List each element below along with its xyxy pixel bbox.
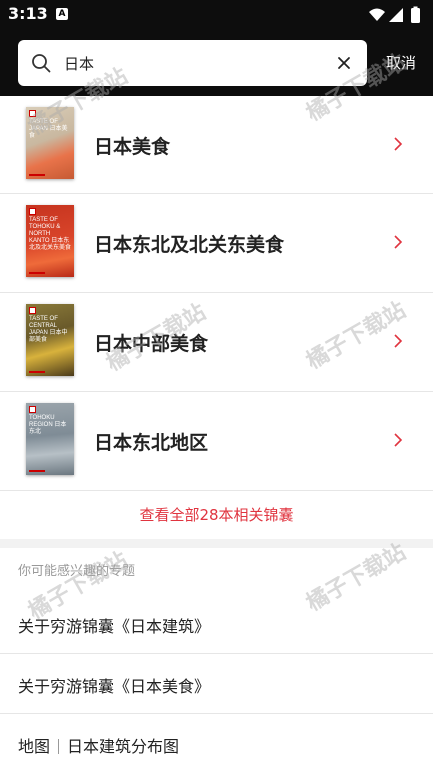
book-cover: TOHOKU REGION 日本东北 [26,403,74,475]
book-title: 日本中部美食 [94,333,209,355]
topics-section: 你可能感兴趣的专题 关于穷游锦囊《日本建筑》 关于穷游锦囊《日本美食》 地图 日本… [0,548,433,771]
book-results: TASTE OF JAPAN 日本美食 日本美食 TASTE OF TOHOKU… [0,96,433,539]
topic-label: 关于穷游锦囊《日本建筑》 [18,617,211,636]
status-icons [369,6,420,23]
wifi-icon [369,8,385,21]
search-box[interactable] [18,40,367,86]
divider [58,739,60,754]
book-item[interactable]: TASTE OF TOHOKU & NORTH KANTO 日本东北及北关东美食… [0,194,433,293]
search-icon [32,54,51,73]
topic-prefix: 地图 [18,737,51,756]
book-title: 日本东北及北关东美食 [94,234,285,256]
status-bar: 3:13 A [0,0,433,30]
section-divider [0,540,433,548]
book-cover: TASTE OF CENTRAL JAPAN 日本中部美食 [26,304,74,376]
cancel-button[interactable]: 取消 [378,52,424,74]
chevron-right-icon [394,235,403,249]
screen: 3:13 A 取消 TASTE O [0,0,433,771]
search-input[interactable] [64,50,334,76]
see-all-link[interactable]: 查看全部28本相关锦囊 [0,491,433,539]
cover-title: TASTE OF JAPAN 日本美食 [29,119,68,139]
book-item[interactable]: TOHOKU REGION 日本东北 日本东北地区 [0,392,433,491]
chevron-right-icon [394,137,403,151]
book-title: 日本东北地区 [94,432,209,454]
cover-title: TOHOKU REGION 日本东北 [29,415,67,435]
topic-label: 关于穷游锦囊《日本美食》 [18,677,211,696]
top-bar: 3:13 A 取消 [0,0,433,96]
topic-item[interactable]: 地图 日本建筑分布图 [0,714,433,771]
book-item[interactable]: TASTE OF CENTRAL JAPAN 日本中部美食 日本中部美食 [0,293,433,392]
cover-title: TASTE OF CENTRAL JAPAN 日本中部美食 [29,316,68,343]
chevron-right-icon [394,334,403,348]
topic-label: 日本建筑分布图 [67,737,180,756]
signal-icon [389,8,403,22]
status-time: 3:13 [8,4,48,23]
book-cover: TASTE OF JAPAN 日本美食 [26,107,74,179]
topic-item[interactable]: 关于穷游锦囊《日本建筑》 [0,594,433,654]
clear-icon[interactable] [335,54,353,72]
cover-title: TASTE OF TOHOKU & NORTH KANTO 日本东北及北关东美食 [29,217,72,251]
topic-item[interactable]: 关于穷游锦囊《日本美食》 [0,654,433,714]
chevron-right-icon [394,433,403,447]
book-item[interactable]: TASTE OF JAPAN 日本美食 日本美食 [0,96,433,194]
topics-heading: 你可能感兴趣的专题 [18,564,136,579]
notification-icon: A [56,8,68,20]
book-title: 日本美食 [94,136,171,158]
book-cover: TASTE OF TOHOKU & NORTH KANTO 日本东北及北关东美食 [26,205,74,277]
battery-icon [411,8,420,23]
